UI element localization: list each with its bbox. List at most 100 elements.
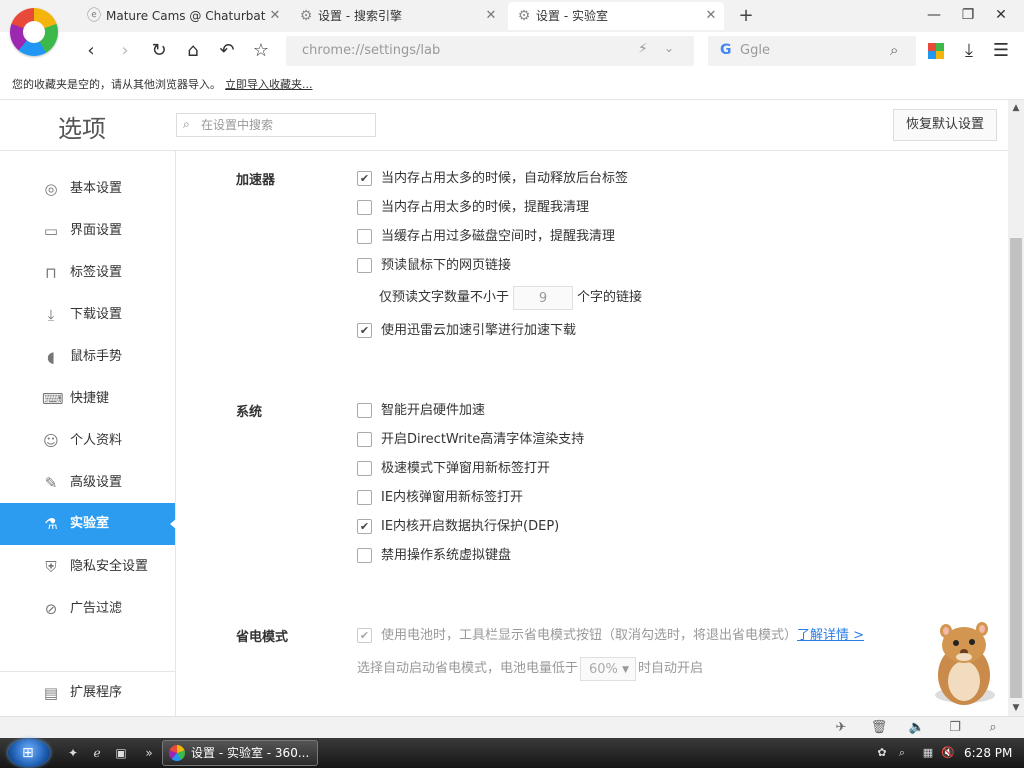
checkbox[interactable] <box>357 403 372 418</box>
option-auto-release-tabs[interactable]: ✔ 当内存占用太多的时候，自动释放后台标签 <box>357 169 628 189</box>
option-directwrite[interactable]: 开启DirectWrite高清字体渲染支持 <box>357 430 584 450</box>
gear-circle-icon: ◎ <box>44 180 58 198</box>
sidebar-item-lab[interactable]: ⚗ 实验室 <box>0 503 176 545</box>
undo-close-icon[interactable]: ↶ <box>214 38 240 64</box>
option-label: 当内存占用太多的时候，自动释放后台标签 <box>381 171 629 186</box>
sidebar-item-profile[interactable]: ☺ 个人资料 <box>0 420 175 462</box>
address-text[interactable]: chrome://settings/lab <box>302 36 440 66</box>
chevron-down-icon[interactable]: ⌄ <box>664 41 674 55</box>
sidebar-item-mouse-gestures[interactable]: ◖ 鼠标手势 <box>0 336 175 378</box>
checkbox[interactable] <box>357 548 372 563</box>
quicklaunch-ie-icon[interactable]: ℯ <box>88 744 106 762</box>
menu-icon[interactable]: ☰ <box>990 38 1012 64</box>
window-restore-icon[interactable]: ❐ <box>946 719 964 737</box>
option-hardware-accel[interactable]: 智能开启硬件加速 <box>357 401 485 421</box>
checkbox[interactable]: ✔ <box>357 519 372 534</box>
tray-network-icon[interactable]: ▦ <box>920 745 936 761</box>
home-icon[interactable]: ⌂ <box>180 38 206 64</box>
quicklaunch-more-icon[interactable]: » <box>140 744 158 762</box>
option-preread-links[interactable]: 预读鼠标下的网页链接 <box>357 256 511 276</box>
hamster-mascot-icon[interactable] <box>924 615 1006 715</box>
flask-icon: ⚗ <box>44 515 58 533</box>
option-thunder-download[interactable]: ✔ 使用迅雷云加速引擎进行加速下载 <box>357 321 576 341</box>
trash-icon[interactable]: 🗑 <box>870 719 888 737</box>
checkbox[interactable]: ✔ <box>357 323 372 338</box>
sidebar-item-basic[interactable]: ◎ 基本设置 <box>0 168 175 210</box>
checkbox[interactable]: ✔ <box>357 628 372 643</box>
preread-length-input[interactable]: 9 <box>513 286 574 310</box>
search-box[interactable]: G Ggle ⌕ <box>708 36 916 66</box>
settings-sidebar: ◎ 基本设置 ▭ 界面设置 ⊓ 标签设置 ⤓ 下载设置 ◖ 鼠标手势 ⌨ 快捷键… <box>0 151 176 716</box>
sidebar-item-privacy[interactable]: ⛨ 隐私安全设置 <box>0 546 175 588</box>
restore-window-button[interactable]: ❐ <box>955 4 981 26</box>
close-tab-icon[interactable]: ✕ <box>704 2 718 30</box>
rocket-icon[interactable]: ✈ <box>832 719 850 737</box>
tab-title: Mature Cams @ Chaturbat <box>106 9 266 23</box>
back-arrow-icon[interactable]: ‹ <box>78 38 104 64</box>
checkbox[interactable] <box>357 258 372 273</box>
settings-search-input[interactable]: ⌕ 在设置中搜索 <box>176 113 376 137</box>
address-bar[interactable]: chrome://settings/lab ⚡ ⌄ <box>286 36 694 66</box>
sidebar-item-extensions[interactable]: ▤ 扩展程序 <box>0 672 175 714</box>
option-remind-memory[interactable]: 当内存占用太多的时候，提醒我清理 <box>357 198 589 218</box>
new-tab-button[interactable]: + <box>735 2 757 30</box>
sidebar-item-shortcuts[interactable]: ⌨ 快捷键 <box>0 378 175 420</box>
option-speed-popup-newtab[interactable]: 极速模式下弹窗用新标签打开 <box>357 459 550 479</box>
search-icon[interactable]: ⌕ <box>890 41 898 59</box>
vertical-scrollbar[interactable]: ▲ ▼ <box>1008 100 1024 716</box>
option-ie-popup-newtab[interactable]: IE内核弹窗用新标签打开 <box>357 488 523 508</box>
taskbar-window-button[interactable]: 设置 - 实验室 - 360... <box>162 740 318 766</box>
tab-chaturbate[interactable]: ⓔ Mature Cams @ Chaturbat ✕ <box>78 2 288 30</box>
zoom-icon[interactable]: ⌕ <box>984 719 1002 737</box>
apps-grid-icon[interactable] <box>928 43 944 59</box>
scroll-up-arrow-icon[interactable]: ▲ <box>1008 100 1024 116</box>
minimize-button[interactable]: — <box>921 4 947 26</box>
tray-app-icon[interactable]: ✿ <box>874 745 890 761</box>
sidebar-item-label: 界面设置 <box>70 223 123 238</box>
preread-suffix: 个字的链接 <box>577 290 643 305</box>
scrollbar-thumb[interactable] <box>1010 238 1022 698</box>
tray-volume-muted-icon[interactable]: 🔇 <box>940 745 956 761</box>
checkbox[interactable] <box>357 200 372 215</box>
tab-search-engine-settings[interactable]: ⚙ 设置 - 搜索引擎 ✕ <box>290 2 504 30</box>
sidebar-item-tabs[interactable]: ⊓ 标签设置 <box>0 252 175 294</box>
tray-search-icon[interactable]: ⌕ <box>894 745 910 761</box>
learn-more-link[interactable]: 了解详情 > <box>797 628 864 643</box>
bookmarks-empty-text: 您的收藏夹是空的，请从其他浏览器导入。 <box>12 78 221 91</box>
close-window-button[interactable]: ✕ <box>988 4 1014 26</box>
search-input[interactable]: Ggle <box>740 36 770 66</box>
checkbox[interactable] <box>357 432 372 447</box>
download-icon[interactable]: ⤓ <box>958 38 980 64</box>
forward-arrow-icon[interactable]: › <box>112 38 138 64</box>
sidebar-item-advanced[interactable]: ✎ 高级设置 <box>0 462 175 504</box>
quicklaunch-desktop-icon[interactable]: ▣ <box>112 744 130 762</box>
close-tab-icon[interactable]: ✕ <box>268 2 282 30</box>
close-tab-icon[interactable]: ✕ <box>484 2 498 30</box>
windows-start-button[interactable]: ⊞ <box>8 739 50 767</box>
sidebar-item-interface[interactable]: ▭ 界面设置 <box>0 210 175 252</box>
reload-icon[interactable]: ↻ <box>146 38 172 64</box>
taskbar-clock[interactable]: 6:28 PM <box>964 738 1012 768</box>
lightning-icon[interactable]: ⚡ <box>638 41 648 57</box>
import-bookmarks-link[interactable]: 立即导入收藏夹... <box>225 78 313 91</box>
scroll-down-arrow-icon[interactable]: ▼ <box>1008 700 1024 716</box>
option-battery-power-button[interactable]: ✔ 使用电池时，工具栏显示省电模式按钮（取消勾选时，将退出省电模式）了解详情 > <box>357 626 864 646</box>
star-icon[interactable]: ☆ <box>248 38 274 64</box>
tab-lab-settings[interactable]: ⚙ 设置 - 实验室 ✕ <box>508 2 724 30</box>
option-remind-cache[interactable]: 当缓存占用过多磁盘空间时，提醒我清理 <box>357 227 615 247</box>
checkbox[interactable]: ✔ <box>357 171 372 186</box>
battery-threshold-select[interactable]: 60% ▼ <box>580 657 637 681</box>
checkbox[interactable] <box>357 229 372 244</box>
checkbox[interactable] <box>357 461 372 476</box>
option-label: 禁用操作系统虚拟键盘 <box>381 548 512 563</box>
sidebar-item-label: 标签设置 <box>70 265 123 280</box>
restore-defaults-button[interactable]: 恢复默认设置 <box>893 109 997 141</box>
option-ie-dep[interactable]: ✔ IE内核开启数据执行保护(DEP) <box>357 517 559 537</box>
checkbox[interactable] <box>357 490 372 505</box>
option-disable-virtual-keyboard[interactable]: 禁用操作系统虚拟键盘 <box>357 546 511 566</box>
quicklaunch-app-icon[interactable]: ✦ <box>64 744 82 762</box>
sidebar-item-download[interactable]: ⤓ 下载设置 <box>0 294 175 336</box>
speaker-icon[interactable]: 🔈 <box>908 719 926 737</box>
sidebar-item-adblock[interactable]: ⊘ 广告过滤 <box>0 588 175 630</box>
browser-logo-icon[interactable] <box>10 8 58 56</box>
